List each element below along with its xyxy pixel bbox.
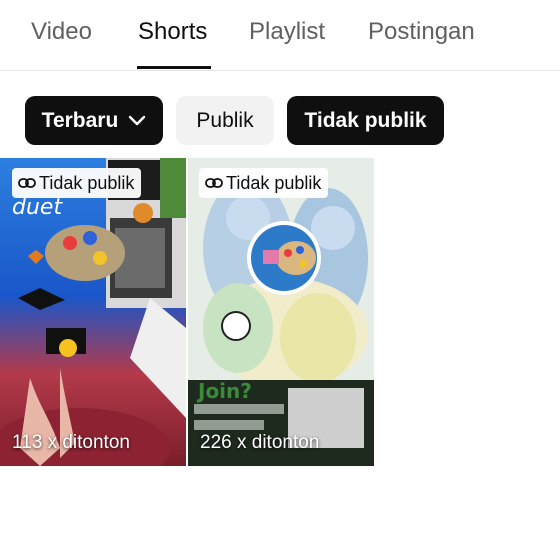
tab-shorts[interactable]: Shorts [138,18,207,46]
short-thumbnail-image: Join? [188,158,374,466]
filter-chip-public[interactable]: Publik [176,96,274,145]
view-count: 113 x ditonton [12,432,130,453]
short-thumbnail[interactable]: Join? Tidak publik 226 x ditonton [188,158,374,466]
link-icon [18,178,36,188]
visibility-label: Tidak publik [226,172,322,193]
short-thumbnail[interactable]: duet Tidak publik 113 x ditonton [0,158,186,466]
visibility-badge: Tidak publik [199,168,329,198]
channel-tabs: Video Shorts Playlist Postingan [0,0,560,71]
thumbnail-overlay-text: Join? [196,379,252,403]
chevron-down-icon [128,115,146,127]
short-thumbnail-image: duet [0,158,186,466]
filter-chip-private[interactable]: Tidak publik [287,96,444,145]
thumbnail-overlay-text: duet [12,195,63,220]
visibility-label: Tidak publik [39,172,135,193]
tab-video[interactable]: Video [31,18,92,46]
view-count: 226 x ditonton [200,432,320,453]
tab-playlist[interactable]: Playlist [249,18,325,46]
link-icon [205,178,223,188]
active-tab-indicator [137,66,211,69]
visibility-badge: Tidak publik [12,168,142,198]
sort-chip-label: Terbaru [41,108,119,132]
tab-postingan[interactable]: Postingan [368,18,475,46]
sort-chip[interactable]: Terbaru [25,96,163,145]
